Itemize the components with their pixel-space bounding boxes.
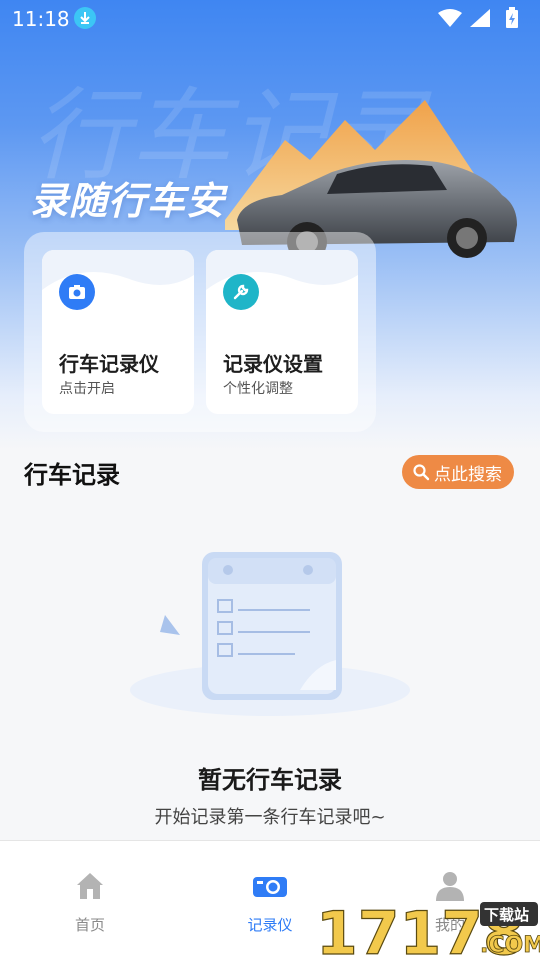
dashcam-card-title: 行车记录仪 [59, 352, 159, 376]
settings-card[interactable]: 记录仪设置 个性化调整 [206, 250, 358, 414]
wrench-icon [223, 274, 259, 310]
home-icon [77, 873, 103, 899]
records-section-title: 行车记录 [24, 461, 120, 489]
site-watermark-logo: 17178 下载站 .COM [316, 898, 540, 960]
empty-state-title: 暂无行车记录 [198, 766, 342, 794]
dashcam-card-subtitle: 点击开启 [59, 381, 115, 397]
battery-icon [506, 7, 518, 28]
dashcam-card[interactable]: 行车记录仪 点击开启 [42, 250, 194, 414]
signal-icon [470, 9, 490, 27]
status-bar: 11:18 [0, 0, 540, 36]
tab-home-label: 首页 [74, 916, 105, 934]
search-button-label: 点此搜索 [434, 464, 502, 485]
svg-text:下载站: 下载站 [484, 906, 529, 924]
search-button[interactable]: 点此搜索 [402, 455, 514, 489]
camera-icon [59, 274, 95, 310]
status-icons [438, 7, 518, 28]
empty-state-subtitle: 开始记录第一条行车记录吧~ [154, 807, 386, 828]
wifi-icon [438, 9, 462, 27]
camera-icon [253, 877, 287, 897]
tab-home[interactable]: 首页 [0, 841, 180, 960]
settings-card-title: 记录仪设置 [223, 352, 323, 376]
hero-slogan: 录随行车安 [30, 179, 226, 223]
status-time: 11:18 [12, 7, 70, 31]
svg-text:.COM: .COM [480, 933, 540, 958]
settings-card-subtitle: 个性化调整 [223, 381, 293, 397]
download-icon [74, 7, 96, 29]
empty-notepad-illustration [130, 552, 410, 716]
search-icon [413, 464, 430, 481]
